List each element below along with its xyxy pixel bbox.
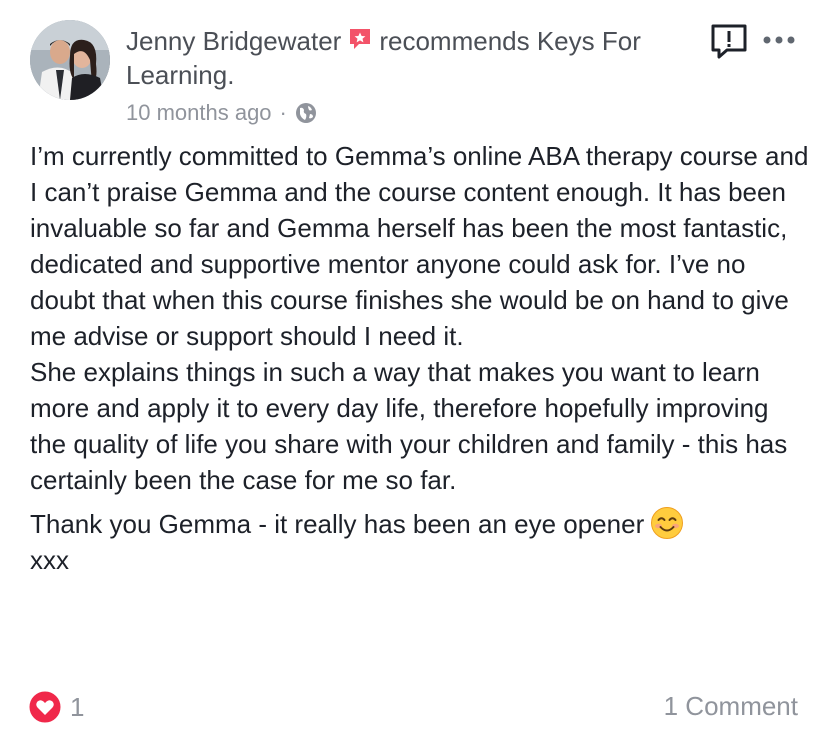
reaction-count: 1 <box>70 691 85 722</box>
author-name[interactable]: Jenny Bridgewater <box>126 26 341 56</box>
review-post: Jenny Bridgewater recommends Keys For Le… <box>0 0 828 742</box>
thank-you-text: Thank you Gemma - it really has been an … <box>30 509 645 539</box>
more-options-icon[interactable] <box>762 30 796 50</box>
sign-off: xxx <box>30 545 69 575</box>
post-header: Jenny Bridgewater recommends Keys For Le… <box>126 24 666 92</box>
smiling-face-emoji <box>651 507 684 539</box>
avatar[interactable] <box>30 20 110 100</box>
globe-icon[interactable] <box>295 102 317 124</box>
body-paragraph-1: I’m currently committed to Gemma’s onlin… <box>30 141 809 351</box>
comment-count-link[interactable]: 1 Comment <box>664 691 798 722</box>
reaction-summary[interactable]: 1 <box>28 690 84 724</box>
post-body: I’m currently committed to Gemma’s onlin… <box>30 138 810 578</box>
post-meta: 10 months ago · <box>126 97 317 129</box>
meta-separator: · <box>279 100 287 125</box>
body-paragraph-2: She explains things in such a way that m… <box>30 357 788 495</box>
timestamp[interactable]: 10 months ago <box>126 97 272 129</box>
post-footer: 1 1 Comment <box>28 688 798 728</box>
body-paragraph-3: Thank you Gemma - it really has been an … <box>30 506 810 542</box>
recommend-flag-icon <box>350 29 371 49</box>
report-icon[interactable] <box>709 22 749 62</box>
love-reaction-icon <box>28 690 62 724</box>
